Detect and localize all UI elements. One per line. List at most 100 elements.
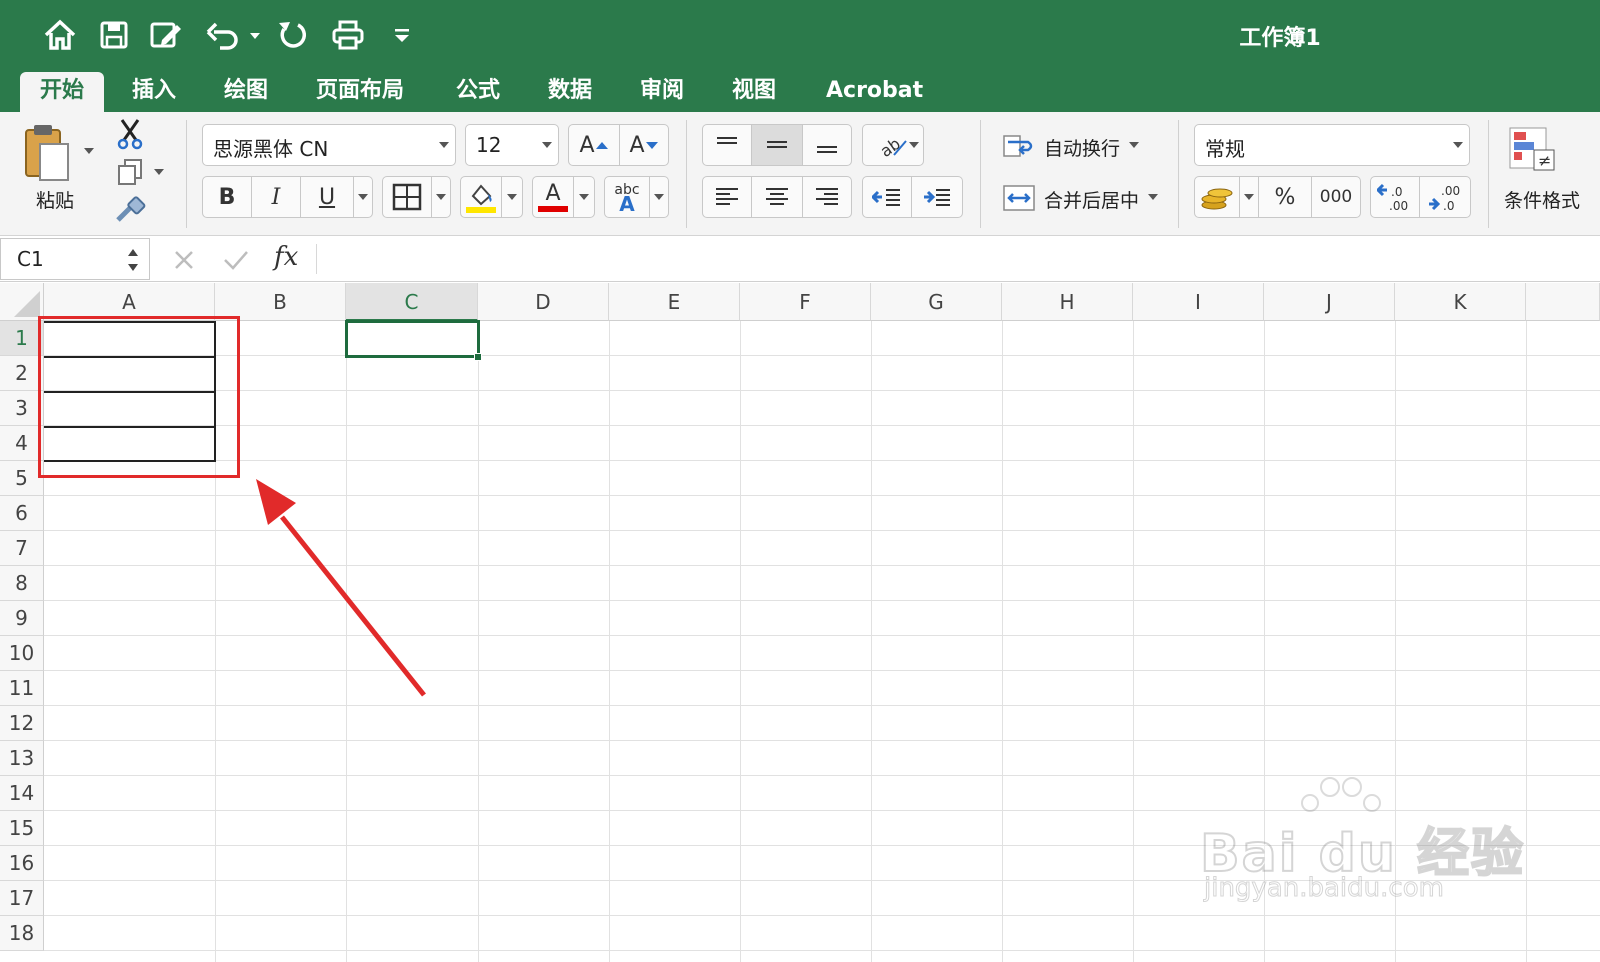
grow-font-button[interactable]: A xyxy=(568,124,620,166)
comma-style-button[interactable]: 000 xyxy=(1311,176,1361,218)
column-header-d[interactable]: D xyxy=(478,283,609,321)
accounting-format-button[interactable] xyxy=(1194,176,1240,218)
column-header-j[interactable]: J xyxy=(1264,283,1395,321)
conditional-formatting-label[interactable]: 条件格式 xyxy=(1504,186,1600,213)
edit-document-icon[interactable] xyxy=(146,15,186,55)
cancel-icon[interactable] xyxy=(172,248,196,272)
underline-dropdown[interactable] xyxy=(353,176,373,218)
insert-function-button[interactable]: fx xyxy=(274,242,298,272)
align-left-button[interactable] xyxy=(702,176,752,218)
cut-icon[interactable] xyxy=(116,118,144,150)
row-header-18[interactable]: 18 xyxy=(0,916,44,951)
align-center-button[interactable] xyxy=(751,176,803,218)
save-icon[interactable] xyxy=(94,15,134,55)
bold-button[interactable]: B xyxy=(202,176,252,218)
tab-page-layout[interactable]: 页面布局 xyxy=(296,72,424,112)
merge-center-label[interactable]: 合并后居中 xyxy=(1044,186,1139,213)
column-header-f[interactable]: F xyxy=(740,283,871,321)
phonetic-dropdown[interactable] xyxy=(649,176,669,218)
row-header-7[interactable]: 7 xyxy=(0,531,44,566)
borders-button[interactable] xyxy=(382,176,432,218)
wrap-text-label[interactable]: 自动换行 xyxy=(1044,134,1120,161)
row-header-16[interactable]: 16 xyxy=(0,846,44,881)
column-header-g[interactable]: G xyxy=(871,283,1002,321)
font-size-select[interactable]: 12 xyxy=(465,124,559,166)
decrease-decimal-button[interactable]: .00.0 xyxy=(1419,176,1471,218)
merge-center-icon[interactable] xyxy=(1002,184,1038,212)
paste-icon[interactable] xyxy=(22,122,74,184)
decrease-indent-button[interactable] xyxy=(862,176,912,218)
borders-dropdown[interactable] xyxy=(431,176,451,218)
home-icon[interactable] xyxy=(40,15,80,55)
row-header-10[interactable]: 10 xyxy=(0,636,44,671)
font-color-button[interactable]: A xyxy=(532,176,574,218)
fill-handle[interactable] xyxy=(474,353,482,361)
font-name-value: 思源黑体 CN xyxy=(213,137,329,161)
tab-data[interactable]: 数据 xyxy=(528,72,612,112)
row-header-14[interactable]: 14 xyxy=(0,776,44,811)
orientation-button[interactable]: ab xyxy=(862,124,924,166)
wrap-text-dropdown-icon[interactable] xyxy=(1129,142,1139,148)
number-format-select[interactable]: 常规 xyxy=(1194,124,1470,166)
tab-home[interactable]: 开始 xyxy=(20,72,105,112)
formula-input[interactable] xyxy=(330,238,1590,280)
fill-color-button[interactable] xyxy=(460,176,502,218)
column-header-h[interactable]: H xyxy=(1002,283,1133,321)
customize-toolbar-icon[interactable] xyxy=(382,15,422,55)
shrink-font-button[interactable]: A xyxy=(619,124,669,166)
row-header-11[interactable]: 11 xyxy=(0,671,44,706)
print-icon[interactable] xyxy=(328,15,368,55)
font-name-select[interactable]: 思源黑体 CN xyxy=(202,124,456,166)
active-cell-c1[interactable] xyxy=(345,320,480,358)
column-header-partial[interactable] xyxy=(1526,283,1600,321)
row-header-6[interactable]: 6 xyxy=(0,496,44,531)
underline-button[interactable]: U xyxy=(300,176,354,218)
row-header-17[interactable]: 17 xyxy=(0,881,44,916)
conditional-formatting-icon[interactable]: ≠ xyxy=(1508,126,1558,180)
accounting-format-dropdown[interactable] xyxy=(1239,176,1259,218)
redo-icon[interactable] xyxy=(272,15,312,55)
svg-text:≠: ≠ xyxy=(1538,151,1551,170)
tab-review[interactable]: 审阅 xyxy=(620,72,704,112)
tab-view[interactable]: 视图 xyxy=(712,72,796,112)
align-top-button[interactable] xyxy=(702,124,752,166)
row-header-9[interactable]: 9 xyxy=(0,601,44,636)
wrap-text-icon[interactable] xyxy=(1002,132,1038,160)
merge-center-dropdown-icon[interactable] xyxy=(1148,194,1158,200)
align-right-button[interactable] xyxy=(802,176,852,218)
align-bottom-button[interactable] xyxy=(802,124,852,166)
format-painter-icon[interactable] xyxy=(114,196,146,224)
row-header-12[interactable]: 12 xyxy=(0,706,44,741)
row-header-8[interactable]: 8 xyxy=(0,566,44,601)
percent-style-button[interactable]: % xyxy=(1258,176,1312,218)
column-header-c[interactable]: C xyxy=(346,283,478,321)
undo-icon[interactable] xyxy=(202,15,262,55)
increase-decimal-button[interactable]: .0.00 xyxy=(1370,176,1420,218)
chevron-down-icon xyxy=(439,142,449,148)
increase-indent-button[interactable] xyxy=(911,176,963,218)
paste-dropdown-icon[interactable] xyxy=(84,148,94,154)
column-header-e[interactable]: E xyxy=(609,283,740,321)
font-color-dropdown[interactable] xyxy=(573,176,595,218)
worksheet-grid[interactable]: ABCDEFGHIJK 1 2 3 4 5 6 7 8 9 10 11 12 13 14 15 16 17 18 … xyxy=(0,283,1600,962)
grid-line xyxy=(44,390,1600,391)
font-size-value: 12 xyxy=(476,133,502,157)
phonetic-button[interactable]: abc A xyxy=(604,176,650,218)
fill-color-dropdown[interactable] xyxy=(501,176,523,218)
row-header-13[interactable]: 13 xyxy=(0,741,44,776)
column-header-k[interactable]: K xyxy=(1395,283,1526,321)
ribbon-separator xyxy=(1488,120,1489,228)
stepper-icon[interactable] xyxy=(125,245,141,275)
copy-icon[interactable] xyxy=(116,158,144,186)
tab-formulas[interactable]: 公式 xyxy=(436,72,520,112)
align-middle-button[interactable] xyxy=(751,124,803,166)
tab-acrobat[interactable]: Acrobat xyxy=(806,72,943,112)
copy-dropdown-icon[interactable] xyxy=(154,169,164,175)
italic-button[interactable]: I xyxy=(251,176,301,218)
row-header-15[interactable]: 15 xyxy=(0,811,44,846)
name-box[interactable]: C1 xyxy=(0,238,150,280)
confirm-icon[interactable] xyxy=(222,248,250,272)
tab-insert[interactable]: 插入 xyxy=(112,72,196,112)
column-header-i[interactable]: I xyxy=(1133,283,1264,321)
tab-draw[interactable]: 绘图 xyxy=(204,72,288,112)
